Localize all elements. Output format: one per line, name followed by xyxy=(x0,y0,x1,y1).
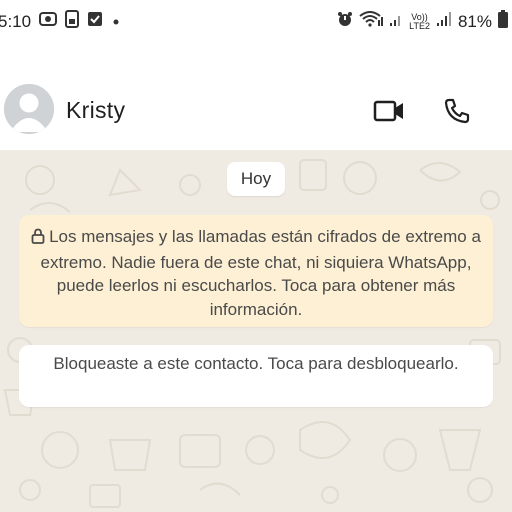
alarm-icon xyxy=(337,11,353,32)
encryption-notice[interactable]: Los mensajes y las llamadas están cifrad… xyxy=(19,215,493,327)
encryption-notice-text: Los mensajes y las llamadas están cifrad… xyxy=(40,227,481,319)
battery-icon xyxy=(498,10,508,33)
chat-header: Kristy xyxy=(0,76,512,146)
battery-percent: 81% xyxy=(457,11,492,31)
voice-call-button[interactable] xyxy=(440,94,474,128)
status-left: 5:10 xyxy=(0,10,121,33)
lock-icon xyxy=(31,227,45,251)
blocked-notice-text: Bloqueaste a este contacto. Toca para de… xyxy=(53,354,459,373)
task-check-notification-icon xyxy=(87,11,103,32)
volte-indicator: Vo)) LTE2 xyxy=(409,12,430,31)
status-bar: 5:10 Vo)) LTE2 81% xyxy=(0,0,512,40)
chat-area[interactable]: Hoy Los mensajes y las llamadas están ci… xyxy=(0,150,512,512)
chat-wallpaper-doodles xyxy=(3,159,501,508)
video-call-button[interactable] xyxy=(372,94,406,128)
signal-strength-1-icon xyxy=(389,11,403,32)
voice-call-icon xyxy=(444,98,470,124)
video-call-icon xyxy=(373,100,403,122)
status-right: Vo)) LTE2 81% xyxy=(337,10,508,33)
contact-name[interactable]: Kristy xyxy=(66,97,125,124)
more-notifications-dot-icon xyxy=(111,12,121,32)
default-avatar-icon xyxy=(4,84,54,134)
signal-strength-2-icon xyxy=(436,11,452,32)
lte-label: LTE2 xyxy=(409,20,430,31)
date-chip: Hoy xyxy=(227,162,285,196)
status-time: 5:10 xyxy=(0,11,32,31)
screenshot-notification-icon xyxy=(39,11,58,32)
sim-notification-icon xyxy=(65,10,80,33)
avatar[interactable] xyxy=(4,84,54,134)
wifi-icon xyxy=(359,11,384,32)
blocked-contact-notice[interactable]: Bloqueaste a este contacto. Toca para de… xyxy=(19,345,493,407)
